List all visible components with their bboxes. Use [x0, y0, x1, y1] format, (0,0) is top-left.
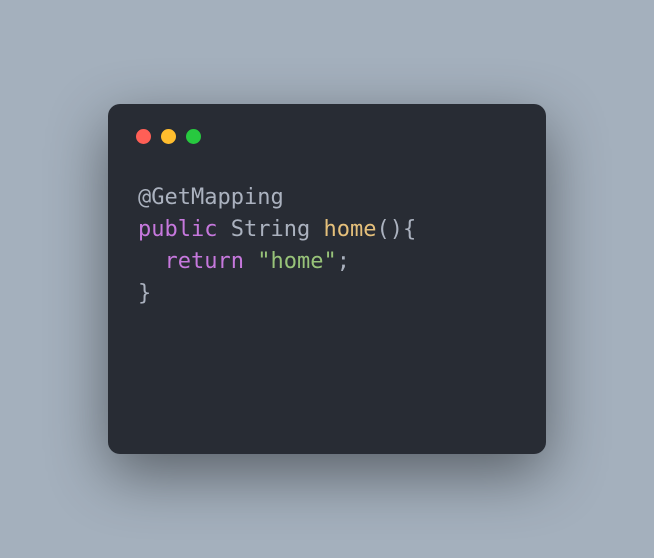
string-token: "home": [257, 249, 336, 274]
space-token: [244, 249, 257, 274]
method-token: home: [323, 217, 376, 242]
keyword-token: public: [138, 217, 217, 242]
type-token: String: [231, 217, 310, 242]
minimize-icon[interactable]: [161, 129, 176, 144]
code-window: @GetMapping public String home(){ return…: [108, 104, 546, 454]
close-icon[interactable]: [136, 129, 151, 144]
window-titlebar: [136, 129, 516, 144]
annotation-token: @GetMapping: [138, 185, 284, 210]
punct-token: (){: [376, 217, 416, 242]
space-token: [217, 217, 230, 242]
punct-token: }: [138, 281, 151, 306]
code-block: @GetMapping public String home(){ return…: [138, 182, 516, 310]
space-token: [310, 217, 323, 242]
indent-token: [138, 249, 165, 274]
punct-token: ;: [337, 249, 350, 274]
keyword-token: return: [165, 249, 244, 274]
maximize-icon[interactable]: [186, 129, 201, 144]
